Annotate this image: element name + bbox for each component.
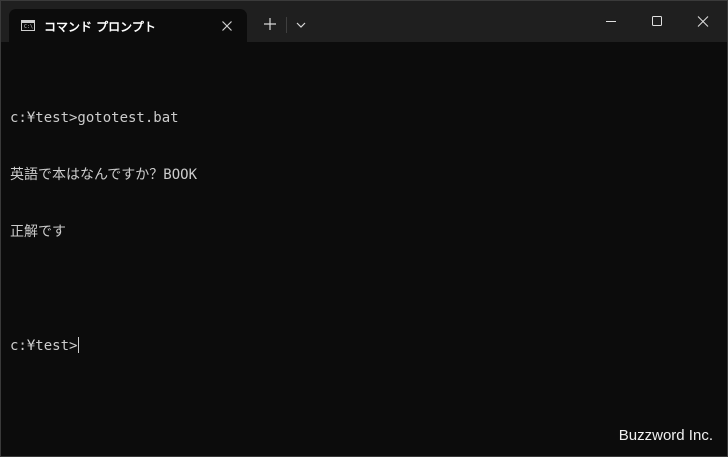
- watermark: Buzzword Inc.: [618, 427, 713, 444]
- chevron-down-icon: [296, 22, 306, 28]
- close-window-button[interactable]: [680, 1, 726, 42]
- tab-dropdown-button[interactable]: [291, 15, 311, 35]
- terminal-icon-text: C:\: [24, 24, 34, 30]
- minimize-button[interactable]: [588, 1, 634, 42]
- console-output[interactable]: c:¥test>gototest.bat 英語で本はなんですか？BOOK 正解で…: [10, 71, 710, 394]
- prompt-line: c:¥test>: [10, 337, 710, 356]
- tab-command-prompt[interactable]: C:\ コマンド プロンプト: [9, 9, 247, 42]
- console-line: 英語で本はなんですか？BOOK: [10, 167, 198, 183]
- new-tab-button[interactable]: [259, 13, 281, 35]
- close-icon: [697, 16, 709, 27]
- maximize-icon: [652, 16, 662, 26]
- title-bar: C:\ コマンド プロンプト: [1, 1, 727, 42]
- maximize-button[interactable]: [634, 1, 680, 42]
- minimize-icon: [606, 21, 616, 22]
- text-cursor: [78, 337, 80, 353]
- prompt-text: c:¥test>: [10, 338, 78, 354]
- terminal-icon: C:\: [21, 20, 35, 31]
- console-line: c:¥test>gototest.bat: [10, 110, 179, 126]
- console-line: 正解です: [10, 224, 66, 240]
- tab-separator: [286, 17, 287, 33]
- tab-title: コマンド プロンプト: [44, 20, 156, 34]
- close-tab-button[interactable]: [218, 17, 236, 35]
- close-icon: [222, 21, 232, 31]
- terminal-window: C:\ コマンド プロンプト c:¥test>gototest.bat 英語で本…: [0, 0, 728, 457]
- plus-icon: [264, 18, 276, 30]
